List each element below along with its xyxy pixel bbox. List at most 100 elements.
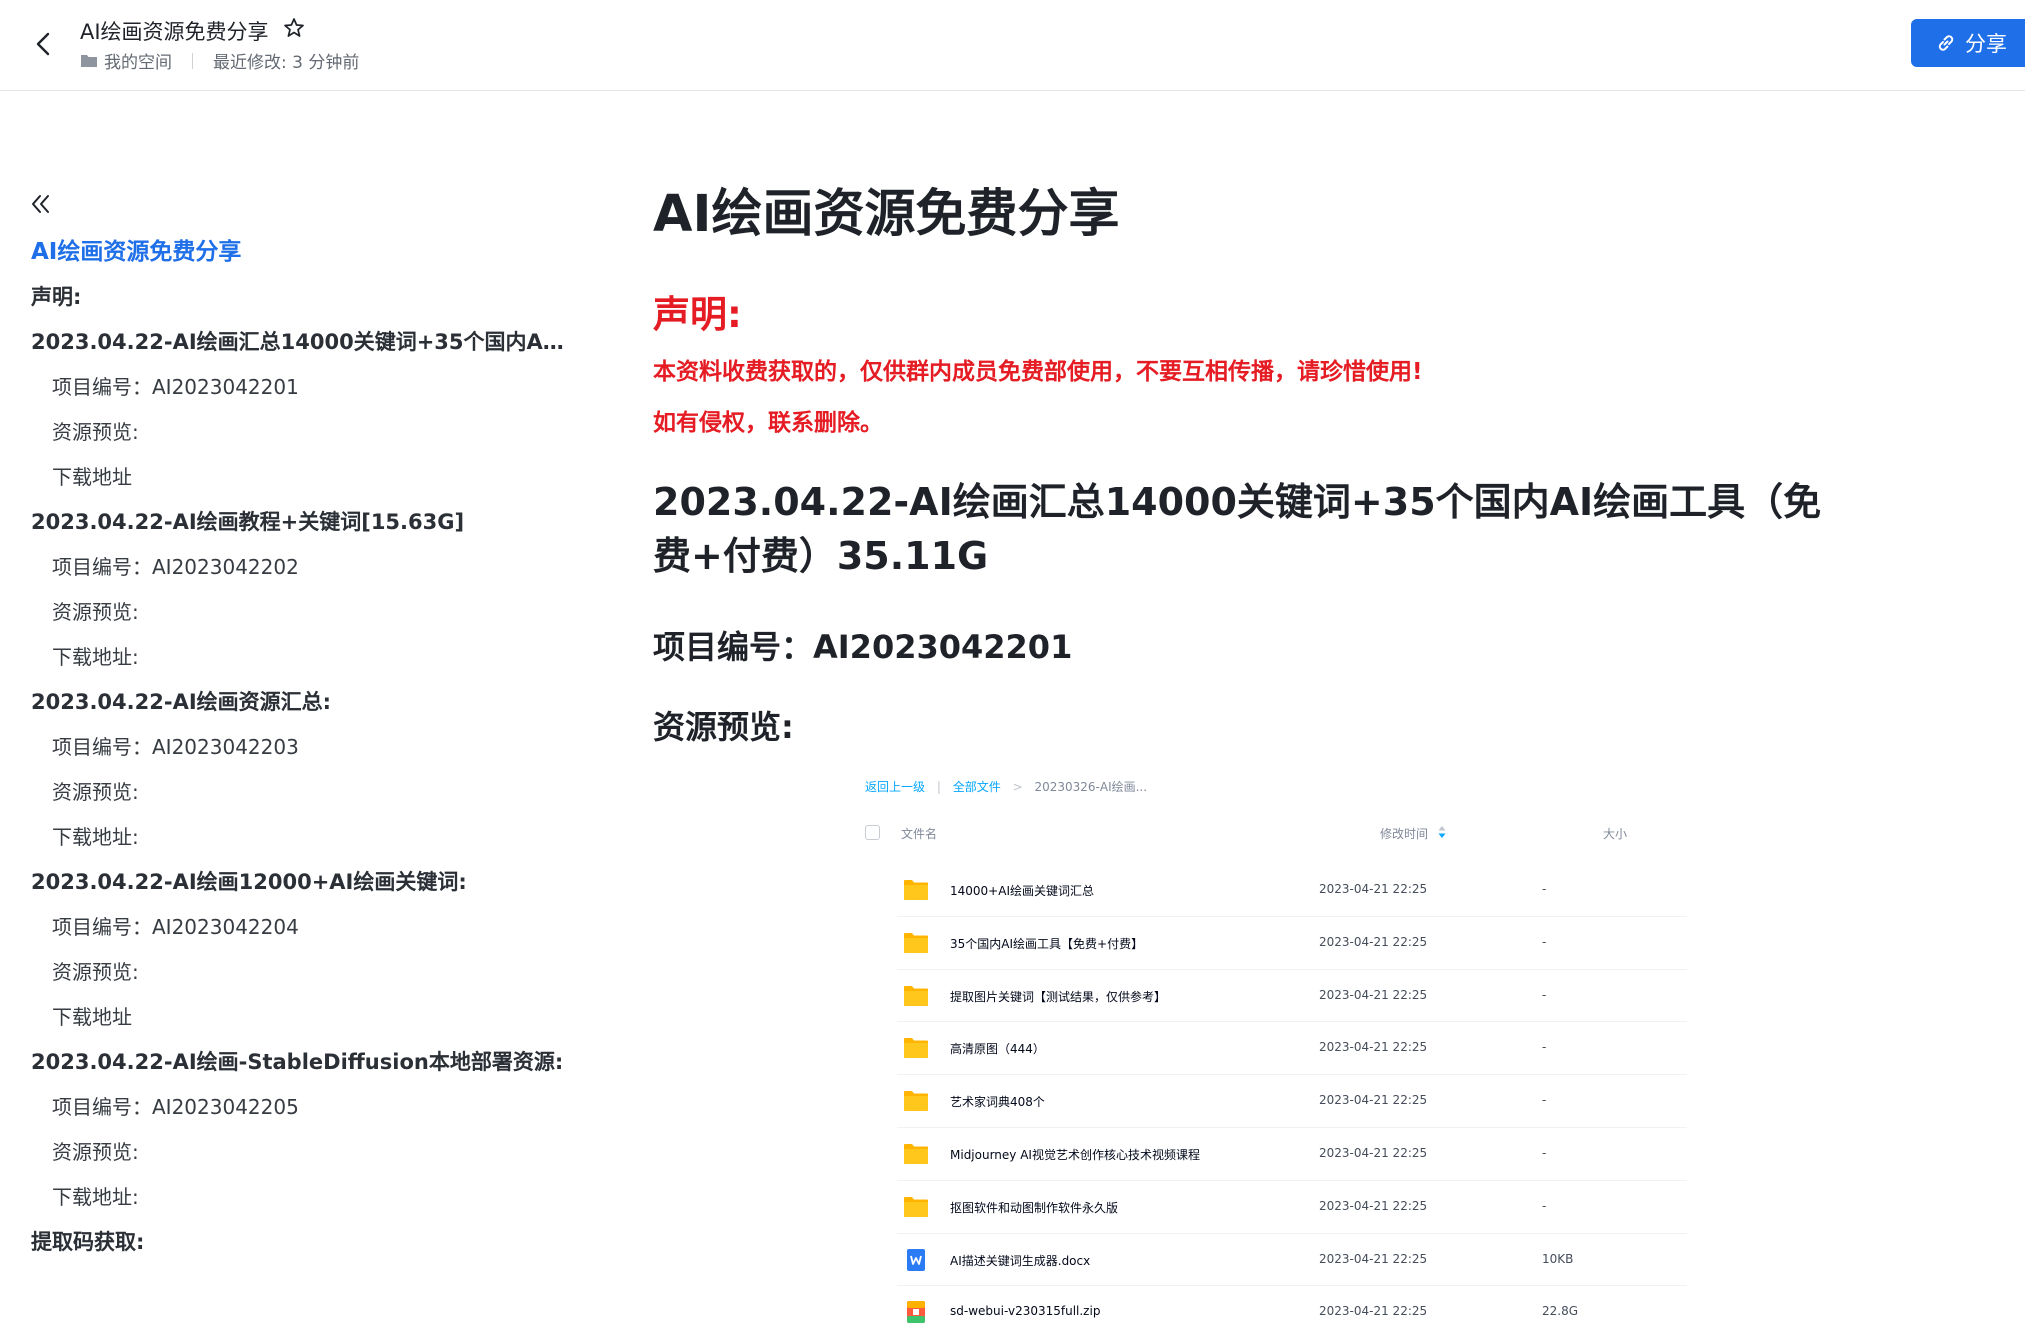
- file-size: -: [1542, 987, 1547, 1002]
- notice-heading: 声明:: [653, 293, 742, 336]
- meta-divider: [192, 52, 193, 69]
- file-row[interactable]: 艺术家词典408个 2023-04-21 22:25 -: [897, 1075, 1687, 1128]
- toc-item-subsection[interactable]: 下载地址: [31, 455, 571, 500]
- location-link[interactable]: 我的空间: [104, 48, 172, 73]
- file-name: 高清原图（444）: [950, 1042, 1045, 1057]
- file-name: 提取图片关键词【测试结果，仅供参考】: [950, 989, 1167, 1004]
- breadcrumb-current: 20230326-AI绘画...: [1034, 780, 1148, 794]
- share-button-label: 分享: [1965, 32, 2007, 56]
- section-heading: 2023.04.22-AI绘画汇总14000关键词+35个国内AI绘画工具（免费…: [653, 480, 1822, 578]
- file-row[interactable]: AI描述关键词生成器.docx 2023-04-21 22:25 10KB: [897, 1234, 1687, 1287]
- file-list-header: 文件名 修改时间 大小: [865, 817, 1685, 849]
- file-row[interactable]: 14000+AI绘画关键词汇总 2023-04-21 22:25 -: [897, 864, 1687, 917]
- toc-item-subsection[interactable]: 资源预览:: [31, 1130, 571, 1175]
- toc-item-title[interactable]: AI绘画资源免费分享: [31, 230, 571, 275]
- toc-item-subsection[interactable]: 下载地址: [31, 995, 571, 1040]
- file-name: sd-webui-v230315full.zip: [950, 1304, 1101, 1319]
- page-title: AI绘画资源免费分享: [653, 185, 1120, 244]
- top-bar: AI绘画资源免费分享 我的空间 最近修改: 3 分钟前 分享: [0, 0, 2025, 91]
- link-icon: [1938, 35, 1954, 51]
- toc-item-section[interactable]: 声明:: [31, 275, 571, 320]
- toc-item-subsection[interactable]: 资源预览:: [31, 590, 571, 635]
- sort-icon[interactable]: [1437, 825, 1447, 839]
- file-size: -: [1542, 1145, 1547, 1160]
- toc-item-subsection[interactable]: 项目编号：AI2023042202: [31, 545, 571, 590]
- toc-item-section[interactable]: 2023.04.22-AI绘画-StableDiffusion本地部署资源:: [31, 1040, 571, 1085]
- breadcrumb: 返回上一级 | 全部文件 > 20230326-AI绘画...: [865, 770, 1147, 804]
- file-list: 14000+AI绘画关键词汇总 2023-04-21 22:25-35个国内AI绘…: [897, 864, 1687, 1339]
- file-name: 14000+AI绘画关键词汇总: [950, 884, 1094, 898]
- folder-icon: [904, 880, 928, 900]
- file-size: -: [1542, 934, 1547, 949]
- file-name: AI描述关键词生成器.docx: [950, 1253, 1091, 1268]
- folder-icon: [904, 1091, 928, 1112]
- toc-item-section[interactable]: 提取码获取:: [31, 1220, 571, 1265]
- folder-icon: [904, 985, 928, 1006]
- star-icon[interactable]: [282, 16, 306, 40]
- breadcrumb-root[interactable]: 全部文件: [953, 780, 1001, 794]
- file-modified-time: 2023-04-21 22:25: [1319, 934, 1428, 949]
- file-size: -: [1542, 1198, 1547, 1213]
- file-name: 35个国内AI绘画工具【免费+付费】: [950, 936, 1144, 951]
- document-meta: 我的空间 最近修改: 3 分钟前: [80, 48, 359, 73]
- file-modified-time: 2023-04-21 22:25: [1319, 1145, 1428, 1160]
- project-code-heading: 项目编号：AI2023042201: [653, 628, 1073, 666]
- file-modified-time: 2023-04-21 22:25: [1319, 882, 1428, 896]
- share-button[interactable]: 分享: [1911, 19, 2025, 67]
- toc-item-section[interactable]: 2023.04.22-AI绘画教程+关键词[15.63G]: [31, 500, 571, 545]
- folder-icon: [904, 1143, 928, 1164]
- column-size: 大小: [1603, 827, 1628, 841]
- toc-item-subsection[interactable]: 下载地址:: [31, 815, 571, 860]
- file-name: 艺术家词典408个: [950, 1095, 1045, 1110]
- toc-item-subsection[interactable]: 资源预览:: [31, 770, 571, 815]
- last-modified: 最近修改: 3 分钟前: [213, 53, 360, 73]
- file-size: -: [1542, 882, 1547, 896]
- toc-item-subsection[interactable]: 下载地址:: [31, 1175, 571, 1220]
- notice-text: 本资料收费获取的，仅供群内成员免费部使用，不要互相传播，请珍惜使用!: [653, 359, 1423, 385]
- file-modified-time: 2023-04-21 22:25: [1319, 1040, 1428, 1055]
- file-size: -: [1542, 1093, 1547, 1108]
- file-row[interactable]: Midjourney AI视觉艺术创作核心技术视频课程 2023-04-21 22…: [897, 1128, 1687, 1181]
- breadcrumb-separator: |: [936, 780, 941, 794]
- toc-item-subsection[interactable]: 项目编号：AI2023042204: [31, 905, 571, 950]
- toc-item-subsection[interactable]: 资源预览:: [31, 950, 571, 995]
- file-row[interactable]: 提取图片关键词【测试结果，仅供参考】 2023-04-21 22:25 -: [897, 970, 1687, 1023]
- file-name: 抠图软件和动图制作软件永久版: [950, 1200, 1119, 1215]
- preview-heading: 资源预览:: [653, 708, 794, 746]
- select-all-checkbox[interactable]: [865, 825, 880, 840]
- back-arrow-icon[interactable]: [26, 26, 62, 62]
- breadcrumb-back[interactable]: 返回上一级: [865, 780, 925, 794]
- file-modified-time: 2023-04-21 22:25: [1319, 1198, 1428, 1213]
- toc-item-section[interactable]: 2023.04.22-AI绘画资源汇总:: [31, 680, 571, 725]
- document-title: AI绘画资源免费分享: [80, 20, 269, 44]
- file-modified-time: 2023-04-21 22:25: [1319, 1251, 1428, 1266]
- column-name: 文件名: [901, 827, 938, 841]
- toc-item-section[interactable]: 2023.04.22-AI绘画12000+AI绘画关键词:: [31, 860, 571, 905]
- file-size: 10KB: [1542, 1251, 1574, 1266]
- file-row[interactable]: 35个国内AI绘画工具【免费+付费】 2023-04-21 22:25 -: [897, 917, 1687, 970]
- file-row[interactable]: sd-webui-v230315full.zip 2023-04-21 22:25…: [897, 1286, 1687, 1339]
- toc-item-subsection[interactable]: 资源预览:: [31, 410, 571, 455]
- notice-text-takedown: 如有侵权，联系删除。: [653, 410, 883, 436]
- file-name: Midjourney AI视觉艺术创作核心技术视频课程: [950, 1147, 1200, 1162]
- file-size: -: [1542, 1040, 1547, 1055]
- file-row[interactable]: 抠图软件和动图制作软件永久版 2023-04-21 22:25 -: [897, 1181, 1687, 1234]
- folder-icon: [904, 1038, 928, 1059]
- resource-preview-image: 返回上一级 | 全部文件 > 20230326-AI绘画... 文件名 修改时间…: [857, 770, 1697, 1330]
- folder-icon: [904, 1196, 928, 1217]
- folder-icon: [81, 55, 97, 67]
- file-modified-time: 2023-04-21 22:25: [1319, 1093, 1428, 1108]
- folder-icon: [904, 932, 928, 953]
- toc-item-subsection[interactable]: 项目编号：AI2023042205: [31, 1085, 571, 1130]
- toc-item-section[interactable]: 2023.04.22-AI绘画汇总14000关键词+35个国内AI...: [31, 320, 571, 365]
- column-modified-time[interactable]: 修改时间: [1380, 825, 1428, 842]
- word-doc-icon: [907, 1248, 925, 1271]
- table-of-contents: AI绘画资源免费分享 声明: 2023.04.22-AI绘画汇总14000关键词+3…: [31, 230, 571, 1265]
- file-row[interactable]: 高清原图（444） 2023-04-21 22:25 -: [897, 1022, 1687, 1076]
- toc-item-subsection[interactable]: 项目编号：AI2023042203: [31, 725, 571, 770]
- file-modified-time: 2023-04-21 22:25: [1319, 987, 1428, 1002]
- file-modified-time: 2023-04-21 22:25: [1319, 1304, 1428, 1319]
- toc-item-subsection[interactable]: 项目编号：AI2023042201: [31, 365, 571, 410]
- toc-item-subsection[interactable]: 下载地址:: [31, 635, 571, 680]
- collapse-sidebar-icon[interactable]: [27, 191, 53, 217]
